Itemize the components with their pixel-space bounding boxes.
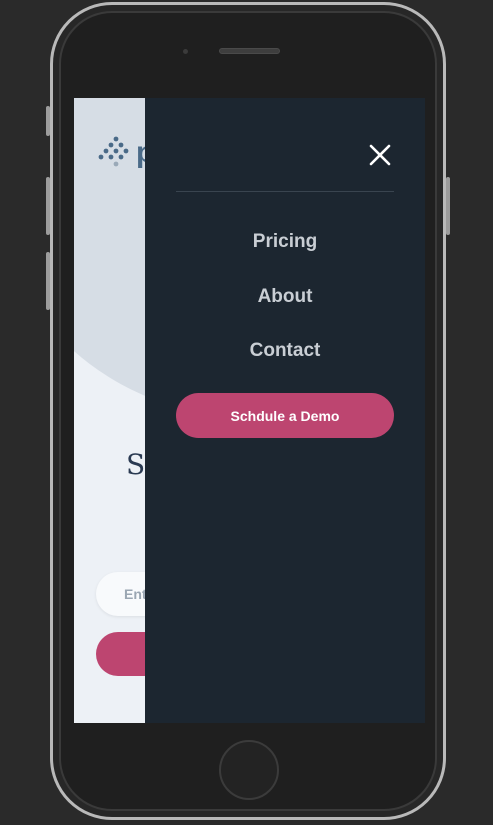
schedule-demo-button[interactable]: Schdule a Demo	[176, 393, 394, 438]
phone-screen: p S Pricing About Contact Schdule a Demo	[74, 98, 425, 723]
brand-logo-icon	[98, 136, 129, 167]
mobile-nav-drawer: Pricing About Contact Schdule a Demo	[145, 98, 425, 723]
earpiece-speaker	[219, 48, 280, 54]
menu-divider	[176, 191, 394, 192]
home-button	[219, 740, 279, 800]
menu-item-about[interactable]: About	[145, 286, 425, 308]
power-button	[446, 177, 450, 235]
device-frame-stage: p S Pricing About Contact Schdule a Demo	[0, 0, 493, 825]
hero-heading: S	[126, 448, 146, 481]
menu-item-contact[interactable]: Contact	[145, 340, 425, 362]
front-camera	[183, 49, 188, 54]
close-icon[interactable]	[367, 142, 393, 168]
menu-item-pricing[interactable]: Pricing	[145, 231, 425, 253]
